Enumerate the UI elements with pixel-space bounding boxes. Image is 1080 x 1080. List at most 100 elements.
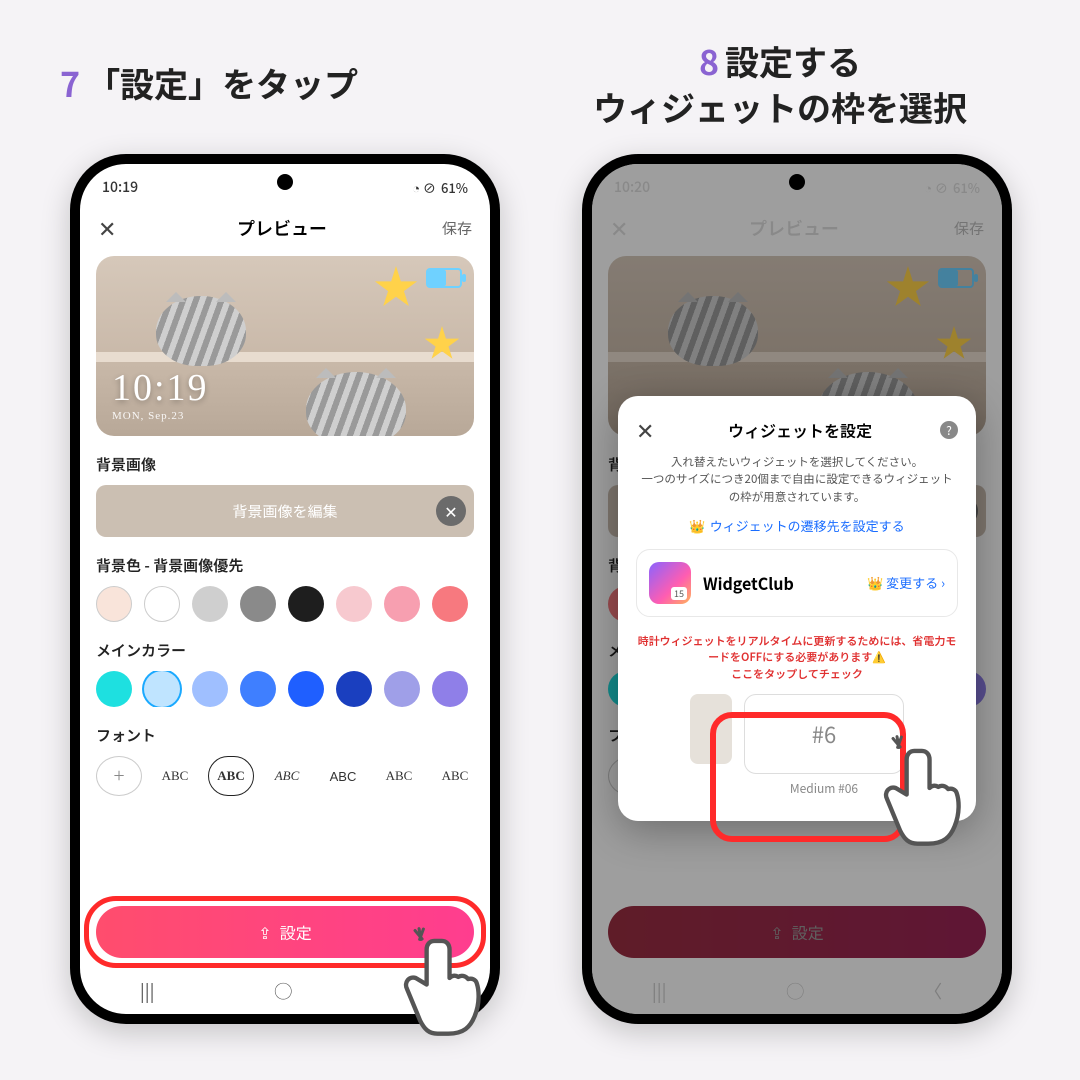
step8-number: 8	[699, 36, 719, 85]
color-swatch[interactable]	[192, 671, 228, 707]
warn-line: ここをタップしてチェック	[731, 666, 863, 682]
crown-icon: 👑	[689, 516, 705, 535]
color-swatch[interactable]	[336, 586, 372, 622]
color-swatch[interactable]	[336, 671, 372, 707]
content-area: 10:19 MON, Sep.23 背景画像 背景画像を編集 ✕ 背景色 - 背…	[80, 256, 490, 892]
battery-icon	[938, 268, 974, 288]
close-icon[interactable]: ✕	[610, 212, 634, 244]
warning-text[interactable]: 時計ウィジェットをリアルタイムに更新するためには、省電力モードをOFFにする必要…	[636, 633, 958, 683]
app-header: ✕ プレビュー 保存	[592, 204, 1002, 256]
color-swatch[interactable]	[288, 586, 324, 622]
bg-color-row	[96, 586, 474, 622]
step8-line1: 設定する	[725, 36, 861, 85]
font-add-button[interactable]: +	[96, 756, 142, 796]
status-time: 10:20	[614, 177, 650, 197]
color-swatch[interactable]	[384, 671, 420, 707]
modal-description: 入れ替えたいウィジェットを選択してください。 一つのサイズにつき20個まで自由に…	[636, 454, 958, 506]
widget-destination-link[interactable]: 👑 ウィジェットの遷移先を設定する	[636, 516, 958, 535]
modal-title: ウィジェットを設定	[660, 418, 940, 442]
color-swatch[interactable]	[384, 586, 420, 622]
settei-button: ⇪ 設定	[608, 906, 986, 958]
modal-desc-line: 入れ替えたいウィジェットを選択してください。	[671, 454, 923, 470]
font-option[interactable]: ABC	[152, 756, 198, 796]
font-option[interactable]: ABC	[264, 756, 310, 796]
screen-right: 10:20 ◔ ⊘ 61% ✕ プレビュー 保存 背景画像	[592, 164, 1002, 1014]
modal-desc-line: 一つのサイズにつき20個まで自由に設定できるウィジェットの枠が用意されています。	[641, 471, 952, 504]
upload-icon: ⇪	[770, 920, 783, 944]
widgetclub-name: WidgetClub	[703, 571, 855, 595]
app-header: ✕ プレビュー 保存	[80, 204, 490, 256]
phone-left: 10:19 ◔ ⊘ 61% ✕ プレビュー 保存 10:19	[70, 154, 500, 1024]
link-text: ウィジェットの遷移先を設定する	[710, 516, 905, 535]
widget-clock-date: MON, Sep.23	[112, 410, 209, 422]
nav-recent-icon[interactable]: |||	[140, 978, 155, 1004]
status-misc-icon: ◔ ⊘	[412, 178, 436, 197]
crown-icon: 👑	[867, 573, 883, 592]
color-swatch[interactable]	[240, 671, 276, 707]
slot-preview-thumb[interactable]	[690, 694, 732, 764]
close-icon[interactable]: ✕	[98, 212, 122, 244]
change-button[interactable]: 👑 変更する ›	[867, 573, 945, 592]
color-swatch[interactable]	[432, 671, 468, 707]
status-battery: 61%	[441, 178, 468, 197]
bg-edit-text: 背景画像を編集	[232, 501, 337, 522]
font-option[interactable]: ABC	[432, 756, 474, 796]
label-font: フォント	[96, 725, 474, 746]
step7-caption: 7「設定」をタップ	[60, 60, 358, 106]
upload-icon: ⇪	[258, 920, 271, 944]
font-row: + ABC ABC ABC ABC ABC ABC	[96, 756, 474, 796]
change-text: 変更する	[886, 573, 938, 592]
main-color-row	[96, 671, 474, 707]
color-swatch-selected[interactable]	[144, 671, 180, 707]
label-bg-color: 背景色 - 背景画像優先	[96, 555, 474, 576]
camera-punch-hole	[789, 174, 805, 190]
nav-home-icon[interactable]: ◯	[786, 978, 804, 1004]
widget-clock: 10:19 MON, Sep.23	[112, 366, 209, 422]
save-button[interactable]: 保存	[954, 218, 984, 239]
font-option[interactable]: ABC	[376, 756, 422, 796]
step8-line2: ウィジェットの枠を選択	[500, 84, 1060, 130]
widgetclub-card[interactable]: WidgetClub 👑 変更する ›	[636, 549, 958, 617]
color-swatch[interactable]	[144, 586, 180, 622]
color-swatch[interactable]	[96, 586, 132, 622]
status-icons: ◔ ⊘ 61%	[924, 178, 980, 197]
color-swatch[interactable]	[288, 671, 324, 707]
page-title: プレビュー	[122, 215, 442, 241]
color-swatch[interactable]	[432, 586, 468, 622]
status-misc-icon: ◔ ⊘	[924, 178, 948, 197]
bg-edit-button[interactable]: 背景画像を編集 ✕	[96, 485, 474, 537]
color-swatch[interactable]	[240, 586, 276, 622]
android-nav-bar: ||| ◯ 〈	[592, 968, 1002, 1014]
color-swatch[interactable]	[96, 671, 132, 707]
status-time: 10:19	[102, 177, 138, 197]
help-icon[interactable]: ?	[940, 421, 958, 439]
warn-line: 時計ウィジェットをリアルタイムに更新するためには、省電力モードをOFFにする必要…	[638, 633, 957, 666]
bg-clear-icon[interactable]: ✕	[436, 496, 466, 526]
nav-back-icon[interactable]: 〈	[924, 978, 942, 1004]
widget-clock-time: 10:19	[112, 366, 209, 410]
step7-number: 7	[60, 58, 80, 107]
settei-button-label: 設定	[280, 920, 312, 944]
settei-button-label: 設定	[792, 920, 824, 944]
nav-home-icon[interactable]: ◯	[274, 978, 292, 1004]
save-button[interactable]: 保存	[442, 218, 472, 239]
camera-punch-hole	[277, 174, 293, 190]
phone-right: 10:20 ◔ ⊘ 61% ✕ プレビュー 保存 背景画像	[582, 154, 1012, 1024]
step8-caption: 8設定する ウィジェットの枠を選択	[500, 38, 1060, 130]
bottom-bar: ⇪ 設定	[592, 892, 1002, 968]
battery-icon	[426, 268, 462, 288]
screen-left: 10:19 ◔ ⊘ 61% ✕ プレビュー 保存 10:19	[80, 164, 490, 1014]
nav-recent-icon[interactable]: |||	[652, 978, 667, 1004]
page-title: プレビュー	[634, 215, 954, 241]
font-option-selected[interactable]: ABC	[208, 756, 254, 796]
step7-text: 「設定」をタップ	[86, 58, 358, 107]
color-swatch[interactable]	[192, 586, 228, 622]
tap-hand-icon	[880, 740, 990, 860]
tap-hand-icon	[400, 930, 510, 1050]
label-bg-image: 背景画像	[96, 454, 474, 475]
status-battery: 61%	[953, 178, 980, 197]
font-option[interactable]: ABC	[320, 756, 366, 796]
modal-close-icon[interactable]: ✕	[636, 414, 660, 446]
widget-preview[interactable]: 10:19 MON, Sep.23	[96, 256, 474, 436]
status-icons: ◔ ⊘ 61%	[412, 178, 468, 197]
